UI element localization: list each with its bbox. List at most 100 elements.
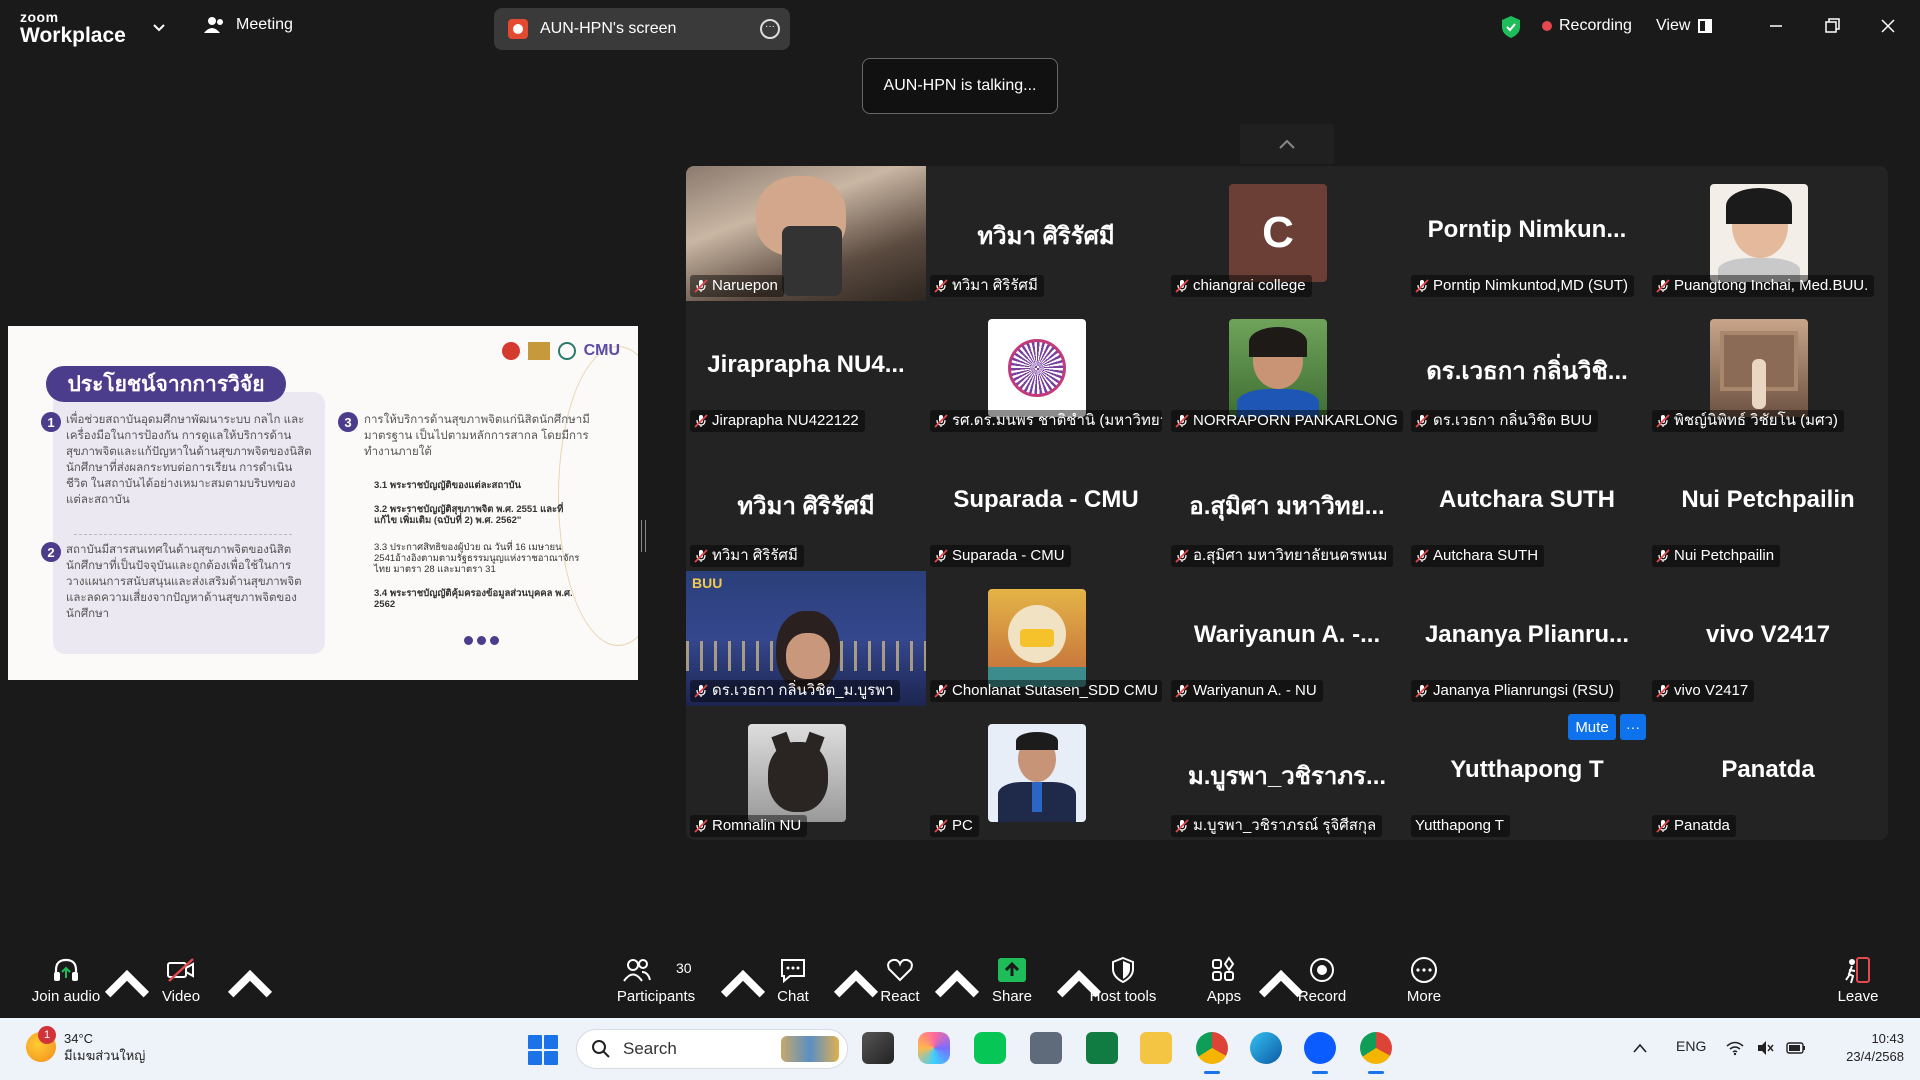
participant-tile[interactable]: Jiraprapha NU4... Jiraprapha NU422122 [686, 301, 926, 436]
participant-tile[interactable]: ม.บูรพา_วชิราภร... ม.บูรพา_วชิราภรณ์ รุจิ… [1167, 706, 1407, 840]
language-indicator[interactable]: ENG [1676, 1038, 1706, 1054]
taskbar-search[interactable]: Search [576, 1029, 848, 1069]
file-explorer-icon[interactable] [1140, 1032, 1172, 1064]
participant-tile[interactable]: ดร.เวธกา กลิ่นวิชิ... ดร.เวธกา กลิ่นวิชิต… [1407, 301, 1647, 436]
shared-screen-pill[interactable]: AUN-HPN's screen ··· [494, 8, 790, 50]
participant-more-button[interactable]: ··· [1620, 714, 1646, 740]
share-button[interactable]: Share [986, 956, 1038, 1014]
collapse-gallery-button[interactable] [1240, 124, 1334, 164]
participant-tile[interactable]: vivo V2417 vivo V2417 [1648, 571, 1888, 706]
shared-slide[interactable]: CMU ประโยชน์จากการวิจัย 1 เพื่อช่วยสถาบั… [8, 326, 638, 680]
participant-tile[interactable]: Puangtong Inchai, Med.BUU. [1648, 166, 1888, 301]
react-button[interactable]: React [878, 956, 922, 1014]
recording-indicator[interactable]: Recording [1542, 17, 1632, 35]
participant-tile[interactable]: อ.สุมิศา มหาวิทย... อ.สุมิศา มหาวิทยาลัยน… [1167, 436, 1407, 571]
video-button[interactable]: Video [156, 956, 206, 1014]
participant-tile[interactable]: ทวิมา ศิริรัศมี ทวิมา ศิริรัศมี [926, 166, 1166, 301]
task-view-icon[interactable] [862, 1032, 894, 1064]
participant-tile[interactable]: Autchara SUTH Autchara SUTH [1407, 436, 1647, 571]
view-button[interactable]: View [1656, 17, 1713, 35]
join-audio-button[interactable]: Join audio [26, 956, 106, 1014]
apps-button[interactable]: Apps [1204, 956, 1244, 1014]
chat-caret-icon[interactable] [827, 956, 885, 1014]
participant-tile[interactable]: BUU ดร.เวธกา กลิ่นวิชิต_ม.บูรพา [686, 571, 926, 706]
host-tools-label: Host tools [1089, 988, 1157, 1005]
leave-button[interactable]: Leave [1836, 956, 1880, 1014]
chat-label: Chat [777, 988, 809, 1005]
participants-button[interactable]: Participants 30 [614, 956, 698, 1014]
react-caret-icon[interactable] [928, 956, 986, 1014]
zoom-app-icon[interactable] [1304, 1032, 1336, 1074]
participant-display-name: Autchara SUTH [1438, 486, 1616, 513]
mic-muted-icon [1175, 819, 1189, 833]
search-highlight-art [781, 1036, 839, 1062]
participant-name-label: Yutthapong T [1411, 815, 1510, 837]
weather-widget[interactable]: 1 34°C มีเมฆส่วนใหญ่ [26, 1026, 145, 1064]
participant-display-name: Porntip Nimkun... [1427, 216, 1627, 243]
participant-name-label: Panatda [1652, 815, 1736, 837]
participant-tile[interactable]: Chonlanat Sutasen_SDD CMU [926, 571, 1166, 706]
participant-tile[interactable]: Romnalin NU [686, 706, 926, 840]
line-app-icon[interactable] [974, 1032, 1006, 1064]
copilot-icon[interactable] [918, 1032, 950, 1064]
participant-name-label: Nui Petchpailin [1652, 545, 1781, 567]
mic-muted-icon [1175, 549, 1189, 563]
host-tools-button[interactable]: Host tools [1088, 956, 1158, 1014]
audio-options-caret-icon[interactable] [98, 956, 156, 1014]
split-view-handle[interactable] [641, 520, 646, 552]
participant-tile[interactable]: Jananya Plianru... Jananya Plianrungsi (R… [1407, 571, 1647, 706]
chat-button[interactable]: Chat [770, 956, 816, 1014]
calculator-icon[interactable] [1030, 1032, 1062, 1064]
security-shield-icon[interactable] [1500, 15, 1522, 39]
video-options-caret-icon[interactable] [221, 956, 279, 1014]
participant-tile[interactable]: Nui Petchpailin Nui Petchpailin [1648, 436, 1888, 571]
close-icon[interactable] [1876, 14, 1900, 38]
mute-participant-button[interactable]: Mute [1568, 714, 1616, 740]
speaker-muted-icon[interactable] [1756, 1040, 1774, 1056]
participant-tile[interactable]: ทวิมา ศิริรัศมี ทวิมา ศิริรัศมี [686, 436, 926, 571]
battery-icon[interactable] [1786, 1040, 1806, 1056]
chrome-profile-icon[interactable] [1360, 1032, 1392, 1074]
edge-icon[interactable] [1250, 1032, 1282, 1064]
mic-muted-icon [1175, 279, 1189, 293]
participant-tile[interactable]: Porntip Nimkun... Porntip Nimkuntod,MD (S… [1407, 166, 1647, 301]
minimize-icon[interactable] [1764, 14, 1788, 38]
excel-icon[interactable] [1086, 1032, 1118, 1064]
participant-tile[interactable]: PC [926, 706, 1166, 840]
participant-tile[interactable]: รศ.ดร.มนพร ชาติชำนิ (มหาวิทยา... [926, 301, 1166, 436]
participant-tile[interactable]: Suparada - CMU Suparada - CMU [926, 436, 1166, 571]
restore-icon[interactable] [1820, 14, 1844, 38]
participants-caret-icon[interactable] [714, 956, 772, 1014]
search-icon [592, 1040, 610, 1058]
chevron-up-icon [1279, 139, 1295, 149]
mic-muted-icon [1656, 684, 1670, 698]
participant-tile[interactable]: Cchiangrai college [1167, 166, 1407, 301]
participant-name: PC [952, 817, 973, 834]
active-speaker-banner: AUN-HPN is talking... [862, 58, 1058, 114]
mic-muted-icon [694, 684, 708, 698]
more-options-icon[interactable]: ··· [760, 19, 780, 39]
meeting-menu-button[interactable]: Meeting [204, 16, 293, 34]
record-button[interactable]: Record [1296, 956, 1348, 1014]
slide-point-2: สถาบันมีสารสนเทศในด้านสุขภาพจิตของนิสิตน… [66, 544, 302, 620]
slide-title-text: ประโยชน์จากการวิจัย [67, 372, 265, 396]
wifi-icon[interactable] [1726, 1040, 1744, 1056]
participant-tile[interactable]: Panatda Panatda [1648, 706, 1888, 840]
participant-tile[interactable]: Naruepon [686, 166, 926, 301]
taskbar-clock[interactable]: 10:43 23/4/2568 [1840, 1030, 1904, 1066]
participant-name: Nui Petchpailin [1674, 547, 1775, 564]
participant-tile[interactable]: NORRAPORN PANKARLONG [1167, 301, 1407, 436]
tray-chevron-up-icon[interactable] [1632, 1042, 1648, 1054]
participant-display-name: อ.สุมิศา มหาวิทย... [1189, 493, 1385, 520]
participant-name: chiangrai college [1193, 277, 1306, 294]
chrome-icon[interactable] [1196, 1032, 1228, 1074]
participant-name: Jiraprapha NU422122 [712, 412, 859, 429]
participant-tile[interactable]: พิชญ์นิพิทธ์ วิชัยโน (มศว) [1648, 301, 1888, 436]
more-button[interactable]: More [1402, 956, 1446, 1014]
windows-start-icon[interactable] [528, 1035, 558, 1065]
participant-name: ดร.เวธกา กลิ่นวิชิต_ม.บูรพา [712, 682, 894, 699]
chevron-down-icon[interactable] [152, 20, 166, 34]
participant-name: พิชญ์นิพิทธ์ วิชัยโน (มศว) [1674, 412, 1838, 429]
record-label: Record [1297, 988, 1347, 1005]
participant-tile[interactable]: Wariyanun A. -... Wariyanun A. - NU [1167, 571, 1407, 706]
